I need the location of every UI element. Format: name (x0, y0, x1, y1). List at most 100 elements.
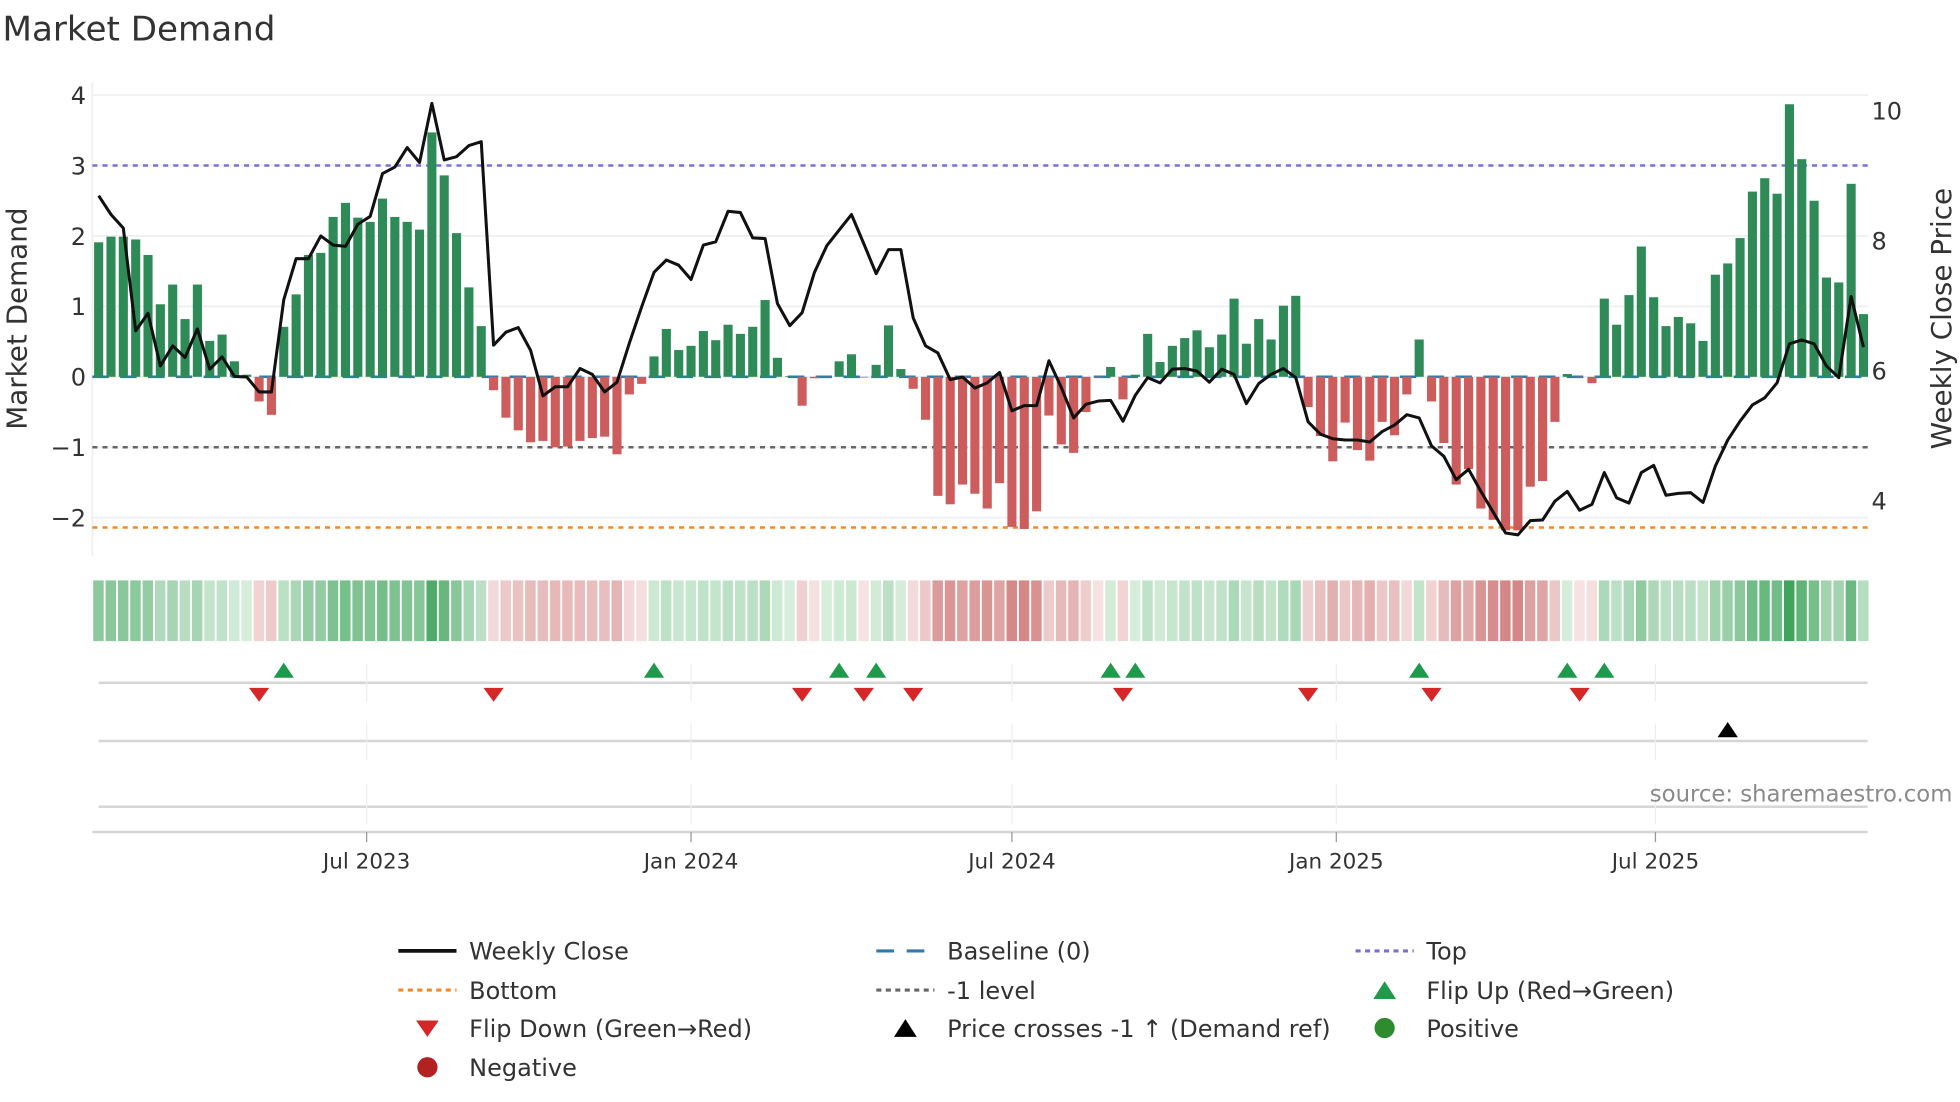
y-tick-label: 2 (71, 223, 86, 251)
heatmap-cell (1327, 580, 1338, 642)
heatmap-cell (1339, 580, 1351, 642)
demand-bar (390, 216, 400, 377)
demand-bar (1093, 376, 1103, 378)
heatmap-cell (809, 580, 820, 642)
legend-label: Negative (469, 1054, 577, 1082)
heatmap-cell (586, 580, 598, 642)
y2-tick-label: 8 (1871, 227, 1886, 255)
demand-bar (377, 198, 388, 377)
legend-triangle-up-icon (894, 1019, 917, 1037)
legend-label: Top (1425, 938, 1467, 966)
heatmap-cell (475, 580, 487, 642)
heatmap-cell (1154, 580, 1166, 642)
demand-bar (1180, 338, 1190, 377)
heatmap-cell (1055, 580, 1067, 642)
heatmap-cell (697, 580, 709, 642)
demand-bar (1735, 238, 1745, 377)
demand-bar (711, 340, 721, 377)
heatmap-cell (796, 580, 808, 642)
chart-title: Market Demand (3, 9, 276, 49)
demand-bar (1377, 376, 1387, 422)
demand-bar (661, 328, 671, 377)
demand-bar (612, 376, 622, 455)
demand-bar (834, 361, 844, 377)
demand-bar (785, 376, 795, 377)
heatmap-cell (833, 580, 845, 642)
demand-bar (1365, 376, 1375, 461)
heatmap-cell (969, 580, 980, 642)
demand-bar (970, 376, 980, 494)
demand-bar (291, 294, 301, 377)
heatmap-cell (1648, 580, 1659, 642)
demand-bar (772, 357, 782, 377)
legend-item: Bottom (398, 977, 557, 1005)
demand-bar (624, 376, 634, 395)
demand-bar (575, 376, 585, 441)
heatmap-cell (1290, 580, 1301, 642)
demand-bar (982, 376, 992, 509)
heatmap-cell (278, 580, 289, 642)
demand-bar (340, 202, 351, 377)
heatmap-cell (1302, 580, 1314, 642)
heatmap-cell (673, 580, 684, 642)
heatmap-cell (1450, 580, 1462, 642)
legend-label: Bottom (469, 977, 557, 1005)
heatmap-cell (685, 580, 697, 642)
demand-bar (748, 326, 758, 377)
demand-bar (1241, 343, 1251, 377)
demand-bar (1599, 298, 1609, 377)
heatmap-cell (1401, 580, 1412, 642)
demand-bar (957, 376, 968, 485)
heatmap-cell (895, 580, 906, 642)
heatmap-cell (1858, 580, 1869, 642)
demand-bar (1204, 347, 1214, 377)
demand-bar (1772, 193, 1782, 377)
heatmap-cell (191, 580, 203, 642)
heatmap-cell (994, 580, 1005, 642)
heatmap-cell (1191, 580, 1203, 642)
flip-down-marker (903, 687, 924, 702)
heatmap-cell (574, 580, 586, 642)
heatmap-cell (1586, 580, 1598, 642)
legend-circle-icon (1374, 1017, 1395, 1039)
y2-tick-label: 10 (1871, 97, 1902, 125)
heatmap-cell (623, 580, 635, 642)
demand-bar (1612, 324, 1622, 377)
demand-bar (698, 331, 708, 377)
heatmap-cell (1315, 580, 1326, 642)
legend-item: Price crosses -1 ↑ (Demand ref) (894, 1015, 1331, 1043)
heatmap-cell (1265, 580, 1277, 642)
heatmap-cell (1771, 580, 1783, 642)
demand-bar (1118, 376, 1128, 400)
demand-bar (822, 376, 832, 378)
demand-bar (1846, 183, 1856, 377)
heatmap-cell (710, 580, 721, 642)
legend-item: Flip Up (Red→Green) (1373, 977, 1674, 1005)
heatmap-cell (290, 580, 302, 642)
demand-bar (303, 254, 314, 377)
heatmap-cell (660, 580, 672, 642)
demand-bar (1698, 340, 1708, 377)
demand-bar (809, 376, 820, 379)
demand-bar (920, 376, 931, 420)
heatmap-cell (1611, 580, 1622, 642)
heatmap-cell (1635, 580, 1647, 642)
y2-axis-label: Weekly Close Price (1925, 188, 1958, 450)
heatmap-cell (265, 580, 277, 642)
heatmap-cell (253, 580, 265, 642)
heatmap-cell (117, 580, 129, 642)
heatmap-cell (1129, 580, 1141, 642)
demand-bar (846, 354, 857, 377)
demand-bar (1562, 373, 1572, 377)
demand-bar (501, 376, 511, 418)
heatmap-cell (1660, 580, 1672, 642)
y-tick-label: −1 (51, 434, 86, 462)
flip-down-marker (483, 687, 504, 702)
heatmap-cell (1277, 580, 1289, 642)
flip-down-marker (1297, 687, 1319, 702)
heatmap-cell (1500, 580, 1511, 642)
demand-bar (1624, 295, 1634, 377)
heatmap-cell (771, 580, 783, 642)
demand-bar (859, 376, 869, 378)
demand-bar (513, 376, 523, 431)
